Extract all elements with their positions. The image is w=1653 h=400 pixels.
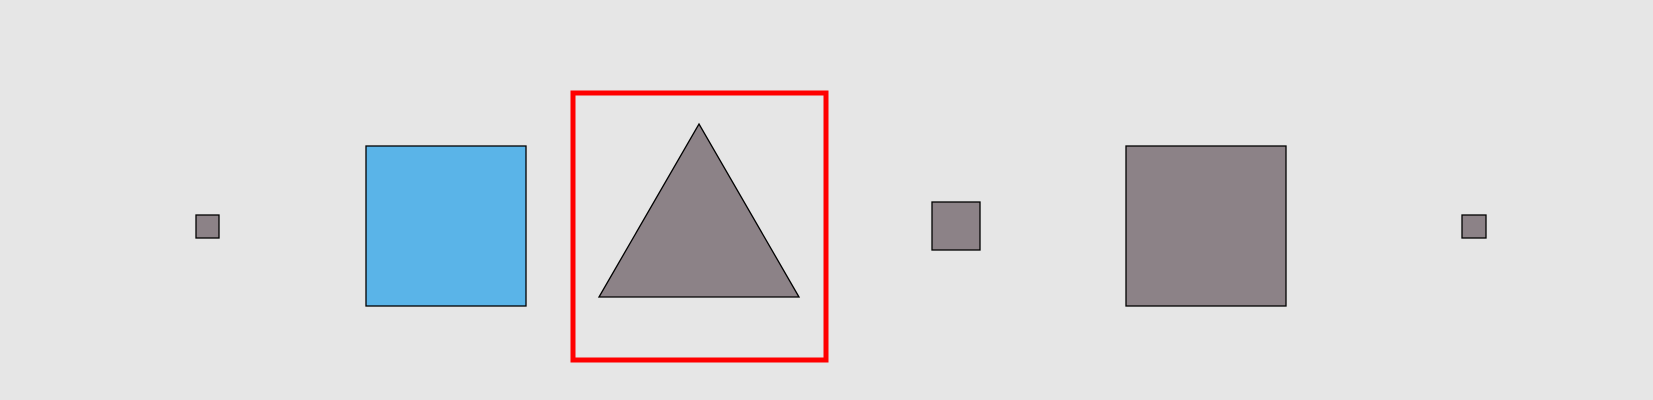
- small-square-right: [1461, 214, 1487, 239]
- medium-square: [931, 201, 981, 251]
- shape-scene: [0, 0, 1653, 400]
- large-square: [1125, 145, 1287, 307]
- small-square-left: [195, 214, 220, 239]
- shape-canvas: [0, 0, 1653, 400]
- blue-square: [365, 145, 527, 307]
